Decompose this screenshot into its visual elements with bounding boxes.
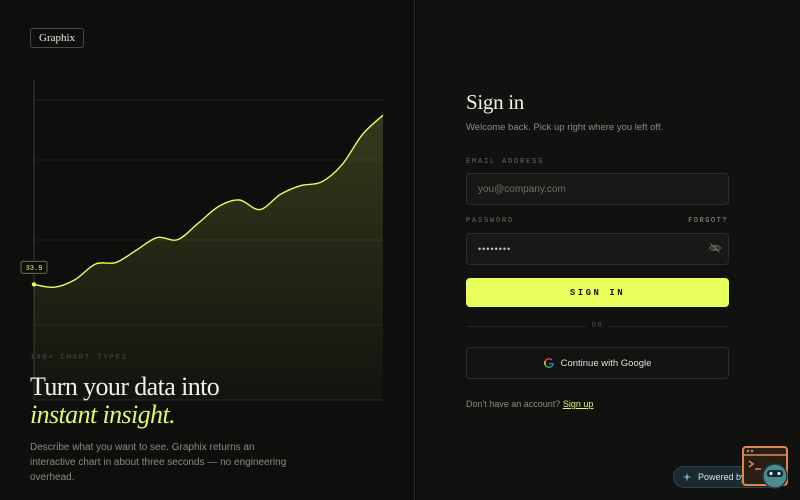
google-button-label: Continue with Google: [560, 357, 652, 369]
headline-line-2: instant insight.: [30, 400, 176, 429]
password-input[interactable]: [466, 233, 729, 265]
divider-line-right: [609, 326, 729, 327]
hero-headline: Turn your data into instant insight.: [30, 372, 220, 429]
start-value-label: 33.9: [26, 265, 43, 273]
robot-mascot-icon[interactable]: [741, 446, 791, 490]
forgot-password-link[interactable]: FORGOT?: [680, 217, 728, 225]
signup-link[interactable]: Sign up: [563, 399, 594, 409]
password-label: PASSWORD: [466, 217, 515, 225]
email-input[interactable]: [466, 173, 729, 205]
eye-off-icon[interactable]: [708, 241, 722, 255]
no-account-text: Don't have an account? Sign up: [466, 399, 593, 409]
signin-subtitle: Welcome back. Pick up right where you le…: [466, 122, 664, 133]
brand-logo[interactable]: Graphix: [30, 28, 85, 48]
google-signin-button[interactable]: Continue with Google: [466, 347, 729, 379]
google-icon: [543, 358, 554, 368]
signin-title: Sign in: [466, 90, 524, 114]
hero-panel: Graphix 33.9 140+ CHART TYPES Turn your …: [0, 0, 415, 500]
sparkle-icon: [682, 472, 692, 482]
chart-start-point: [31, 282, 37, 287]
signin-button[interactable]: SIGN IN: [466, 278, 729, 307]
no-account-label: Don't have an account?: [466, 399, 561, 409]
start-value-tag: 33.9: [20, 260, 48, 274]
hero-eyebrow: 140+ CHART TYPES: [30, 354, 128, 362]
hero-description: Describe what you want to see. Graphix r…: [30, 442, 287, 483]
or-divider: OR: [466, 320, 729, 332]
headline-line-1: Turn your data into: [30, 372, 220, 401]
email-label: EMAIL ADDRESS: [466, 158, 545, 166]
